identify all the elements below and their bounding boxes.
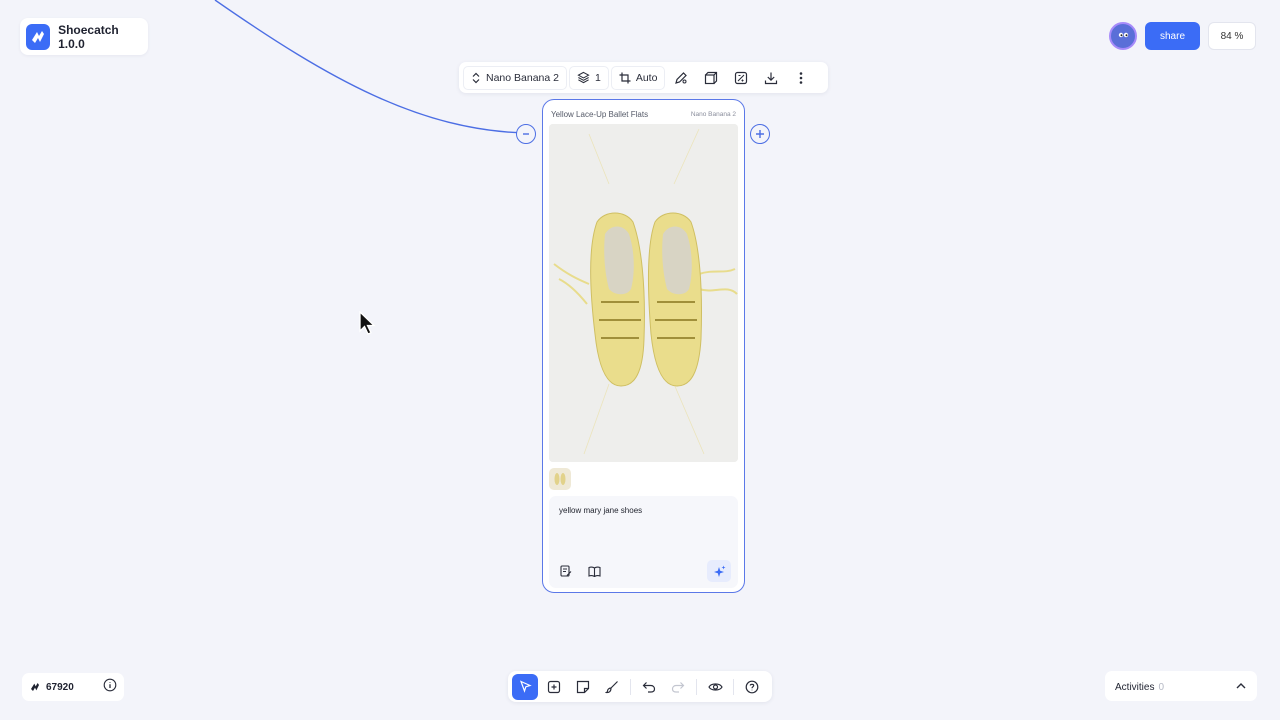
edit-prompt-icon[interactable] [559,564,573,578]
toolbar-divider [630,678,631,695]
more-vertical-icon[interactable] [787,66,815,90]
add-node-button[interactable] [541,674,567,700]
toolbar-divider [696,678,697,695]
app-brand[interactable]: Shoecatch 1.0.0 [20,18,148,55]
cursor-icon [519,680,532,693]
help-icon [745,680,759,693]
minus-icon [523,133,529,135]
reference-thumbnails [549,466,738,492]
model-selector[interactable]: Nano Banana 2 [463,65,567,90]
info-icon[interactable] [103,678,117,697]
app-name: Shoecatch 1.0.0 [58,22,119,51]
credits-value: 67920 [46,681,74,693]
mouse-cursor-icon [358,310,378,342]
chevron-up-icon[interactable] [1235,682,1247,690]
generate-button[interactable] [707,560,731,582]
sparkle-icon [713,565,725,577]
node-title: Yellow Lace-Up Ballet Flats [551,110,649,119]
book-icon[interactable] [587,564,601,578]
image-node[interactable]: Yellow Lace-Up Ballet Flats Nano Banana … [542,99,745,593]
redo-button[interactable] [665,674,691,700]
activities-count: 0 [1158,682,1165,693]
credits-logo-icon [31,683,39,691]
select-tool-button[interactable] [512,673,538,700]
aspect-ratio-label: Auto [635,71,658,84]
undo-icon [642,681,656,693]
app-logo-icon [26,23,51,50]
layers-count[interactable]: 1 [568,65,609,90]
redo-icon [671,681,685,693]
zoom-level[interactable]: 84 % [1208,22,1256,50]
prompt-panel[interactable]: yellow mary jane shoes [549,496,738,588]
brush-icon [605,680,618,693]
prompt-tools [559,564,601,578]
layers-count-label: 1 [594,71,601,84]
node-header: Yellow Lace-Up Ballet Flats Nano Banana … [543,100,744,122]
sticky-note-button[interactable] [570,674,596,700]
preview-button[interactable] [702,674,728,700]
node-model: Nano Banana 2 [690,111,736,118]
shoes-illustration [549,124,738,462]
help-button[interactable] [739,674,765,700]
image-adjust-icon[interactable] [727,66,755,90]
canvas-toolbar [508,671,772,702]
eye-icon [707,682,723,691]
toolbar-divider [733,678,734,695]
node-toolbar: Nano Banana 2 1 Auto [459,62,828,93]
plus-square-icon [547,680,561,693]
activities-heading: Activities 0 [1115,677,1164,695]
plus-icon [756,130,764,138]
prompt-text[interactable]: yellow mary jane shoes [559,506,642,515]
aspect-ratio-selector[interactable]: Auto [610,65,666,90]
pencil-icon[interactable] [667,66,695,90]
avatar[interactable] [1109,22,1137,50]
reference-thumbnail[interactable] [549,468,571,490]
activities-panel[interactable]: Activities 0 [1105,671,1257,701]
canvas[interactable]: Shoecatch 1.0.0 share 84 % Nano Banana 2… [0,0,1280,720]
credits-panel: 67920 [22,673,124,701]
layers-icon [577,71,590,84]
generated-image[interactable] [549,124,738,462]
sticky-note-icon [576,680,590,693]
activities-label: Activities [1115,682,1155,693]
share-button[interactable]: share [1145,22,1200,50]
header-actions: share 84 % [1109,22,1256,50]
cube-icon[interactable] [697,66,725,90]
chevron-updown-icon [472,72,480,83]
output-port[interactable] [750,124,770,144]
brush-tool-button[interactable] [599,674,625,700]
undo-button[interactable] [636,674,662,700]
crop-icon [619,72,631,83]
model-selector-label: Nano Banana 2 [486,71,559,84]
download-icon[interactable] [757,66,785,90]
input-port[interactable] [516,124,536,144]
